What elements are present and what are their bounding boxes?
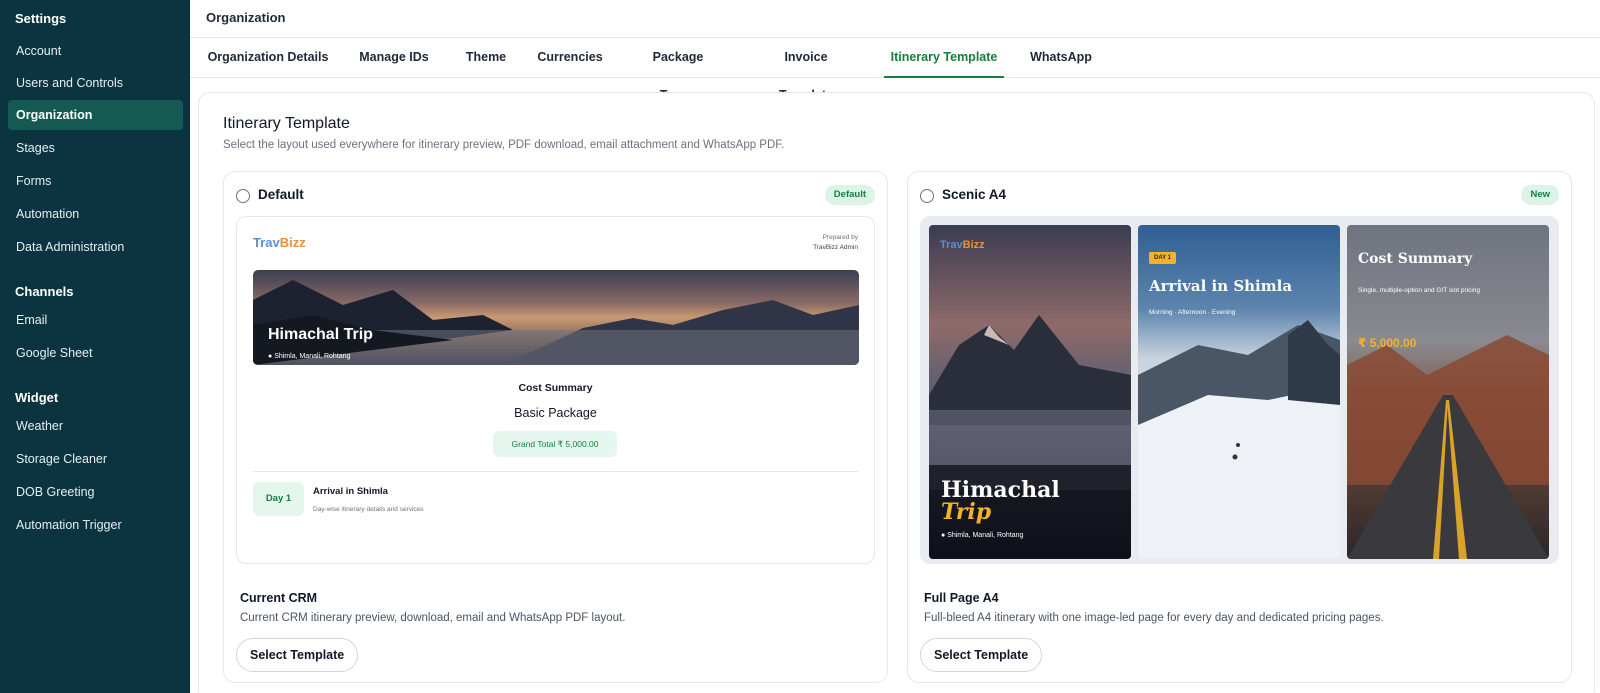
- mountain-sunset-image: [253, 270, 859, 365]
- sidebar-item-data-administration[interactable]: Data Administration: [8, 232, 183, 262]
- travbizz-logo: TravBizz: [940, 239, 985, 251]
- sidebar-item-users-and-controls[interactable]: Users and Controls: [8, 68, 183, 98]
- sidebar-item-stages[interactable]: Stages: [8, 133, 183, 163]
- template-card-default[interactable]: Default Default TravBizz Prepared by Tra…: [223, 171, 888, 683]
- tab-package-terms[interactable]: Package Terms: [633, 38, 723, 102]
- tab-itinerary-template[interactable]: Itinerary Template: [884, 38, 1004, 78]
- top-bar: Organization: [190, 0, 1600, 38]
- template-name: Scenic A4: [942, 187, 1007, 202]
- page-title: Organization: [206, 10, 286, 25]
- section-title: Itinerary Template: [223, 115, 350, 132]
- template-subtitle: Current CRM: [240, 591, 318, 605]
- template-description: Current CRM itinerary preview, download,…: [240, 612, 626, 624]
- day-badge: DAY 1: [1149, 252, 1177, 264]
- tab-whatsapp[interactable]: WhatsApp: [1028, 38, 1094, 78]
- default-template-preview: TravBizz Prepared by TravBizz Admin Hima…: [236, 216, 875, 564]
- day-description: Day-wise itinerary details and services: [313, 506, 424, 513]
- status-badge: Default: [824, 185, 875, 205]
- desert-road-image: [1347, 225, 1549, 559]
- sidebar-item-automation-trigger[interactable]: Automation Trigger: [8, 510, 183, 540]
- select-template-button[interactable]: Select Template: [920, 638, 1043, 672]
- sidebar-item-dob-greeting[interactable]: DOB Greeting: [8, 477, 183, 507]
- cost-price: ₹ 5,000.00: [1358, 336, 1417, 350]
- template-card-scenic-a4[interactable]: Scenic A4 New TravBizz Himachal Trip ● S…: [907, 171, 1572, 683]
- divider: [253, 471, 858, 472]
- cover-location: ● Shimla, Manali, Rohtang: [941, 532, 1024, 539]
- sidebar-item-google-sheet[interactable]: Google Sheet: [8, 338, 183, 368]
- cover-title-accent: Trip: [941, 499, 992, 525]
- cost-subtitle: Single, multiple-option and GIT slot pri…: [1358, 287, 1480, 294]
- section-subtitle: Select the layout used everywhere for it…: [223, 139, 785, 151]
- template-subtitle: Full Page A4: [924, 591, 999, 605]
- sidebar-item-email[interactable]: Email: [8, 305, 183, 335]
- hero-image: Himachal Trip ● Shimla, Manali, Rohtang: [253, 270, 859, 365]
- sidebar-heading-settings: Settings: [15, 11, 67, 26]
- scenic-page-cover: TravBizz Himachal Trip ● Shimla, Manali,…: [929, 225, 1131, 559]
- sidebar-item-weather[interactable]: Weather: [8, 411, 183, 441]
- sidebar: Settings Account Users and Controls Orga…: [0, 0, 190, 693]
- scenic-page-day: DAY 1 Arrival in Shimla Morning · Aftern…: [1138, 225, 1340, 559]
- location-pin-icon: ●: [268, 353, 273, 360]
- radio-scenic-a4[interactable]: [920, 189, 934, 203]
- tab-manage-ids[interactable]: Manage IDs: [356, 38, 432, 78]
- select-template-button[interactable]: Select Template: [236, 638, 359, 672]
- scenic-template-preview: TravBizz Himachal Trip ● Shimla, Manali,…: [920, 216, 1559, 564]
- radio-default[interactable]: [236, 189, 250, 203]
- location-pin-icon: ●: [941, 532, 946, 539]
- tab-organization-details[interactable]: Organization Details: [204, 38, 332, 78]
- prepared-by: Prepared by TravBizz Admin: [813, 234, 858, 251]
- sidebar-item-organization[interactable]: Organization: [8, 100, 183, 130]
- status-badge: New: [1521, 185, 1559, 205]
- sidebar-item-storage-cleaner[interactable]: Storage Cleaner: [8, 444, 183, 474]
- hero-title: Himachal Trip: [268, 326, 373, 343]
- travbizz-logo: TravBizz: [253, 235, 306, 250]
- template-name: Default: [258, 187, 304, 202]
- settings-tabs: Organization Details Manage IDs Theme Cu…: [190, 38, 1600, 102]
- sidebar-item-automation[interactable]: Automation: [8, 199, 183, 229]
- sidebar-item-account[interactable]: Account: [8, 36, 183, 66]
- day-schedule: Morning · Afternoon · Evening: [1149, 309, 1236, 316]
- sidebar-heading-channels: Channels: [15, 284, 74, 299]
- cost-title: Cost Summary: [1358, 251, 1473, 267]
- day-title: Arrival in Shimla: [1149, 277, 1293, 295]
- day-title: Arrival in Shimla: [313, 486, 388, 497]
- cost-summary-label: Cost Summary: [518, 382, 593, 394]
- hero-location: ● Shimla, Manali, Rohtang: [268, 353, 351, 360]
- sidebar-heading-widget: Widget: [15, 390, 59, 405]
- sidebar-item-forms[interactable]: Forms: [8, 166, 183, 196]
- grand-total: Grand Total ₹ 5,000.00: [493, 431, 617, 457]
- template-description: Full-bleed A4 itinerary with one image-l…: [924, 612, 1384, 624]
- tab-invoice-template[interactable]: Invoice Template: [756, 38, 856, 102]
- snowy-mountain-image: [1138, 225, 1340, 559]
- itinerary-template-panel: Itinerary Template Select the layout use…: [198, 92, 1595, 693]
- tab-theme[interactable]: Theme: [464, 38, 508, 78]
- tab-currencies[interactable]: Currencies: [536, 38, 604, 78]
- package-name: Basic Package: [514, 406, 597, 420]
- day-badge: Day 1: [253, 482, 304, 516]
- scenic-page-cost: Cost Summary Single, multiple-option and…: [1347, 225, 1549, 559]
